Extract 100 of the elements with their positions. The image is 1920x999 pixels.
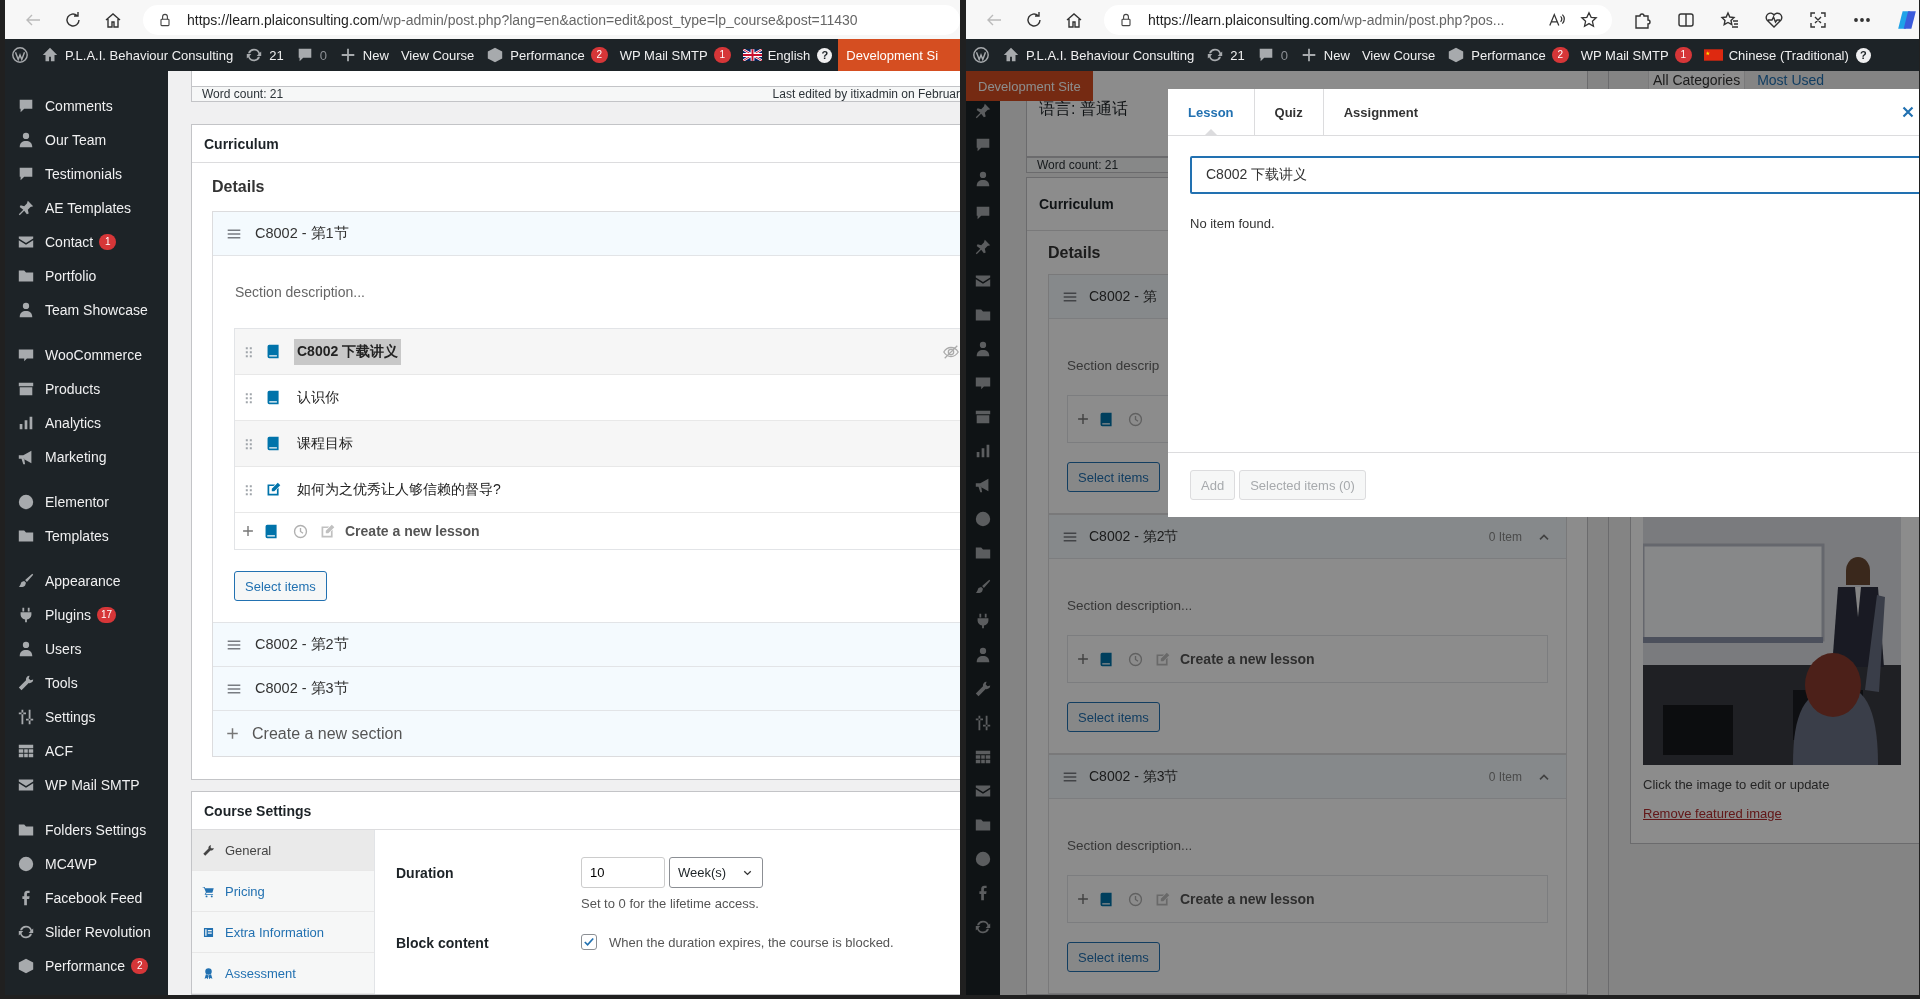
- address-bar[interactable]: https://learn.plaiconsulting.com/wp-admin/post.php?lang=en&action=edit&post_type=lp_course&post=11430: [143, 4, 960, 35]
- reload-icon[interactable]: [63, 9, 83, 30]
- clock-icon[interactable]: [292, 522, 309, 540]
- sidebar-item[interactable]: Elementor: [5, 485, 168, 519]
- duration-input[interactable]: 10: [581, 857, 665, 888]
- edit-icon[interactable]: [1154, 890, 1171, 908]
- sidebar-item[interactable]: Settings: [5, 700, 168, 734]
- performance-link[interactable]: Performance 2: [480, 39, 614, 71]
- plus-icon[interactable]: [1076, 892, 1090, 906]
- unit-dropdown[interactable]: Week(s): [669, 857, 763, 888]
- mail-smtp-link[interactable]: WP Mail SMTP 1: [1574, 39, 1698, 71]
- sidebar-item[interactable]: Tools: [5, 666, 168, 700]
- sidebar-item[interactable]: Comments: [5, 89, 168, 123]
- screenshot-icon[interactable]: [1808, 9, 1828, 30]
- section-header[interactable]: C8002 - 第3节 0 Item: [1049, 755, 1566, 799]
- view-course-link[interactable]: View Course: [1355, 39, 1442, 71]
- reload-icon[interactable]: [1024, 9, 1044, 30]
- mail-smtp-link[interactable]: WP Mail SMTP 1: [613, 39, 737, 71]
- sidebar-item[interactable]: Plugins 17: [5, 598, 168, 632]
- book-icon[interactable]: [1098, 650, 1115, 668]
- sidebar-item[interactable]: Team Showcase: [5, 293, 168, 327]
- comments-link[interactable]: 0: [289, 39, 333, 71]
- sidebar-item[interactable]: Performance 2: [5, 949, 168, 983]
- circle-icon[interactable]: [974, 510, 992, 528]
- sidebar-item[interactable]: Portfolio: [5, 259, 168, 293]
- address-bar[interactable]: https://learn.plaiconsulting.com/wp-admin/post.php?pos...: [1104, 4, 1612, 35]
- refresh-icon[interactable]: [974, 918, 992, 936]
- new-lesson-input[interactable]: Create a new lesson: [345, 523, 480, 539]
- updates-link[interactable]: 21: [239, 39, 290, 71]
- clock-icon[interactable]: [1127, 650, 1144, 668]
- select-items-button[interactable]: Select items: [234, 571, 327, 601]
- search-field[interactable]: C8002 下载讲义: [1190, 156, 1919, 194]
- book-icon[interactable]: [263, 522, 280, 540]
- lesson-row[interactable]: 课程目标: [235, 421, 960, 467]
- heart-icon[interactable]: [1764, 9, 1784, 30]
- section-header[interactable]: C8002 - 第3节: [213, 667, 960, 711]
- performance-link[interactable]: Performance 2: [1441, 39, 1575, 71]
- plus-icon[interactable]: [1076, 652, 1090, 666]
- wrench-icon[interactable]: [974, 680, 992, 698]
- sidebar-item[interactable]: WP Mail SMTP: [5, 768, 168, 802]
- circle-icon[interactable]: [974, 850, 992, 868]
- section-header[interactable]: C8002 - 第2节 0 Item: [1049, 515, 1566, 559]
- brush-icon[interactable]: [974, 578, 992, 596]
- read-aloud-icon[interactable]: [1548, 10, 1566, 29]
- plus-icon[interactable]: [1076, 412, 1090, 426]
- clock-icon[interactable]: [1127, 890, 1144, 908]
- development-site-link[interactable]: Development Si: [838, 39, 960, 71]
- edit-icon[interactable]: [1154, 650, 1171, 668]
- star-icon[interactable]: [1580, 10, 1598, 29]
- person-icon[interactable]: [974, 170, 992, 188]
- settings-tab[interactable]: Extra Information: [192, 912, 374, 953]
- sidebar-item[interactable]: Slider Revolution: [5, 915, 168, 949]
- section-description-field[interactable]: Section description...: [1067, 799, 1548, 855]
- language-switcher[interactable]: English ?: [736, 39, 839, 71]
- wordpress-logo-icon[interactable]: [972, 46, 990, 64]
- lesson-row[interactable]: C8002 下载讲义: [235, 329, 960, 375]
- copilot-icon[interactable]: [1896, 8, 1918, 31]
- section-description-field[interactable]: Section description...: [1067, 559, 1548, 615]
- view-course-link[interactable]: View Course: [394, 39, 481, 71]
- sidebar-item[interactable]: Appearance: [5, 564, 168, 598]
- sidebar-item[interactable]: Analytics: [5, 406, 168, 440]
- sidebar-item[interactable]: Facebook Feed: [5, 881, 168, 915]
- new-lesson-input[interactable]: Create a new lesson: [1180, 891, 1315, 907]
- pin-icon[interactable]: [974, 238, 992, 256]
- new-link[interactable]: New: [1293, 39, 1356, 71]
- sidebar-item[interactable]: Contact 1: [5, 225, 168, 259]
- pin-icon[interactable]: [974, 102, 992, 120]
- sidebar-item[interactable]: Products: [5, 372, 168, 406]
- checkbox[interactable]: [581, 934, 597, 950]
- bar-chart-icon[interactable]: [974, 442, 992, 460]
- table-icon[interactable]: [974, 748, 992, 766]
- edit-icon[interactable]: [319, 522, 336, 540]
- sidebar-item[interactable]: MC4WP: [5, 847, 168, 881]
- comments-link[interactable]: 0: [1250, 39, 1294, 71]
- section-header[interactable]: C8002 - 第2节: [213, 623, 960, 667]
- sidebar-item[interactable]: Marketing: [5, 440, 168, 474]
- settings-tab[interactable]: General: [192, 830, 374, 871]
- section-header[interactable]: C8002 - 第1节: [213, 212, 960, 256]
- person-icon[interactable]: [974, 340, 992, 358]
- sliders-icon[interactable]: [974, 714, 992, 732]
- sidebar-item[interactable]: Our Team: [5, 123, 168, 157]
- wordpress-logo-icon[interactable]: [11, 46, 29, 64]
- sidebar-item[interactable]: Templates: [5, 519, 168, 553]
- book-icon[interactable]: [1098, 410, 1115, 428]
- new-link[interactable]: New: [332, 39, 395, 71]
- sidebar-item[interactable]: Testimonials: [5, 157, 168, 191]
- clock-icon[interactable]: [1127, 410, 1144, 428]
- archive-box-icon[interactable]: [974, 408, 992, 426]
- new-lesson-input[interactable]: Create a new lesson: [1180, 651, 1315, 667]
- site-name-link[interactable]: P.L.A.I. Behaviour Consulting: [996, 39, 1201, 71]
- book-icon[interactable]: [1098, 890, 1115, 908]
- sidebar-item[interactable]: WooCommerce: [5, 338, 168, 372]
- settings-tab[interactable]: Assessment: [192, 953, 374, 994]
- new-section-input[interactable]: Create a new section: [252, 724, 403, 743]
- settings-tab[interactable]: Pricing: [192, 871, 374, 912]
- remove-image-link[interactable]: Remove featured image: [1643, 806, 1913, 821]
- plus-icon[interactable]: [241, 524, 255, 538]
- sidebar-item[interactable]: Folders Settings: [5, 813, 168, 847]
- favorites-icon[interactable]: [1720, 9, 1740, 30]
- sidebar-item[interactable]: ACF: [5, 734, 168, 768]
